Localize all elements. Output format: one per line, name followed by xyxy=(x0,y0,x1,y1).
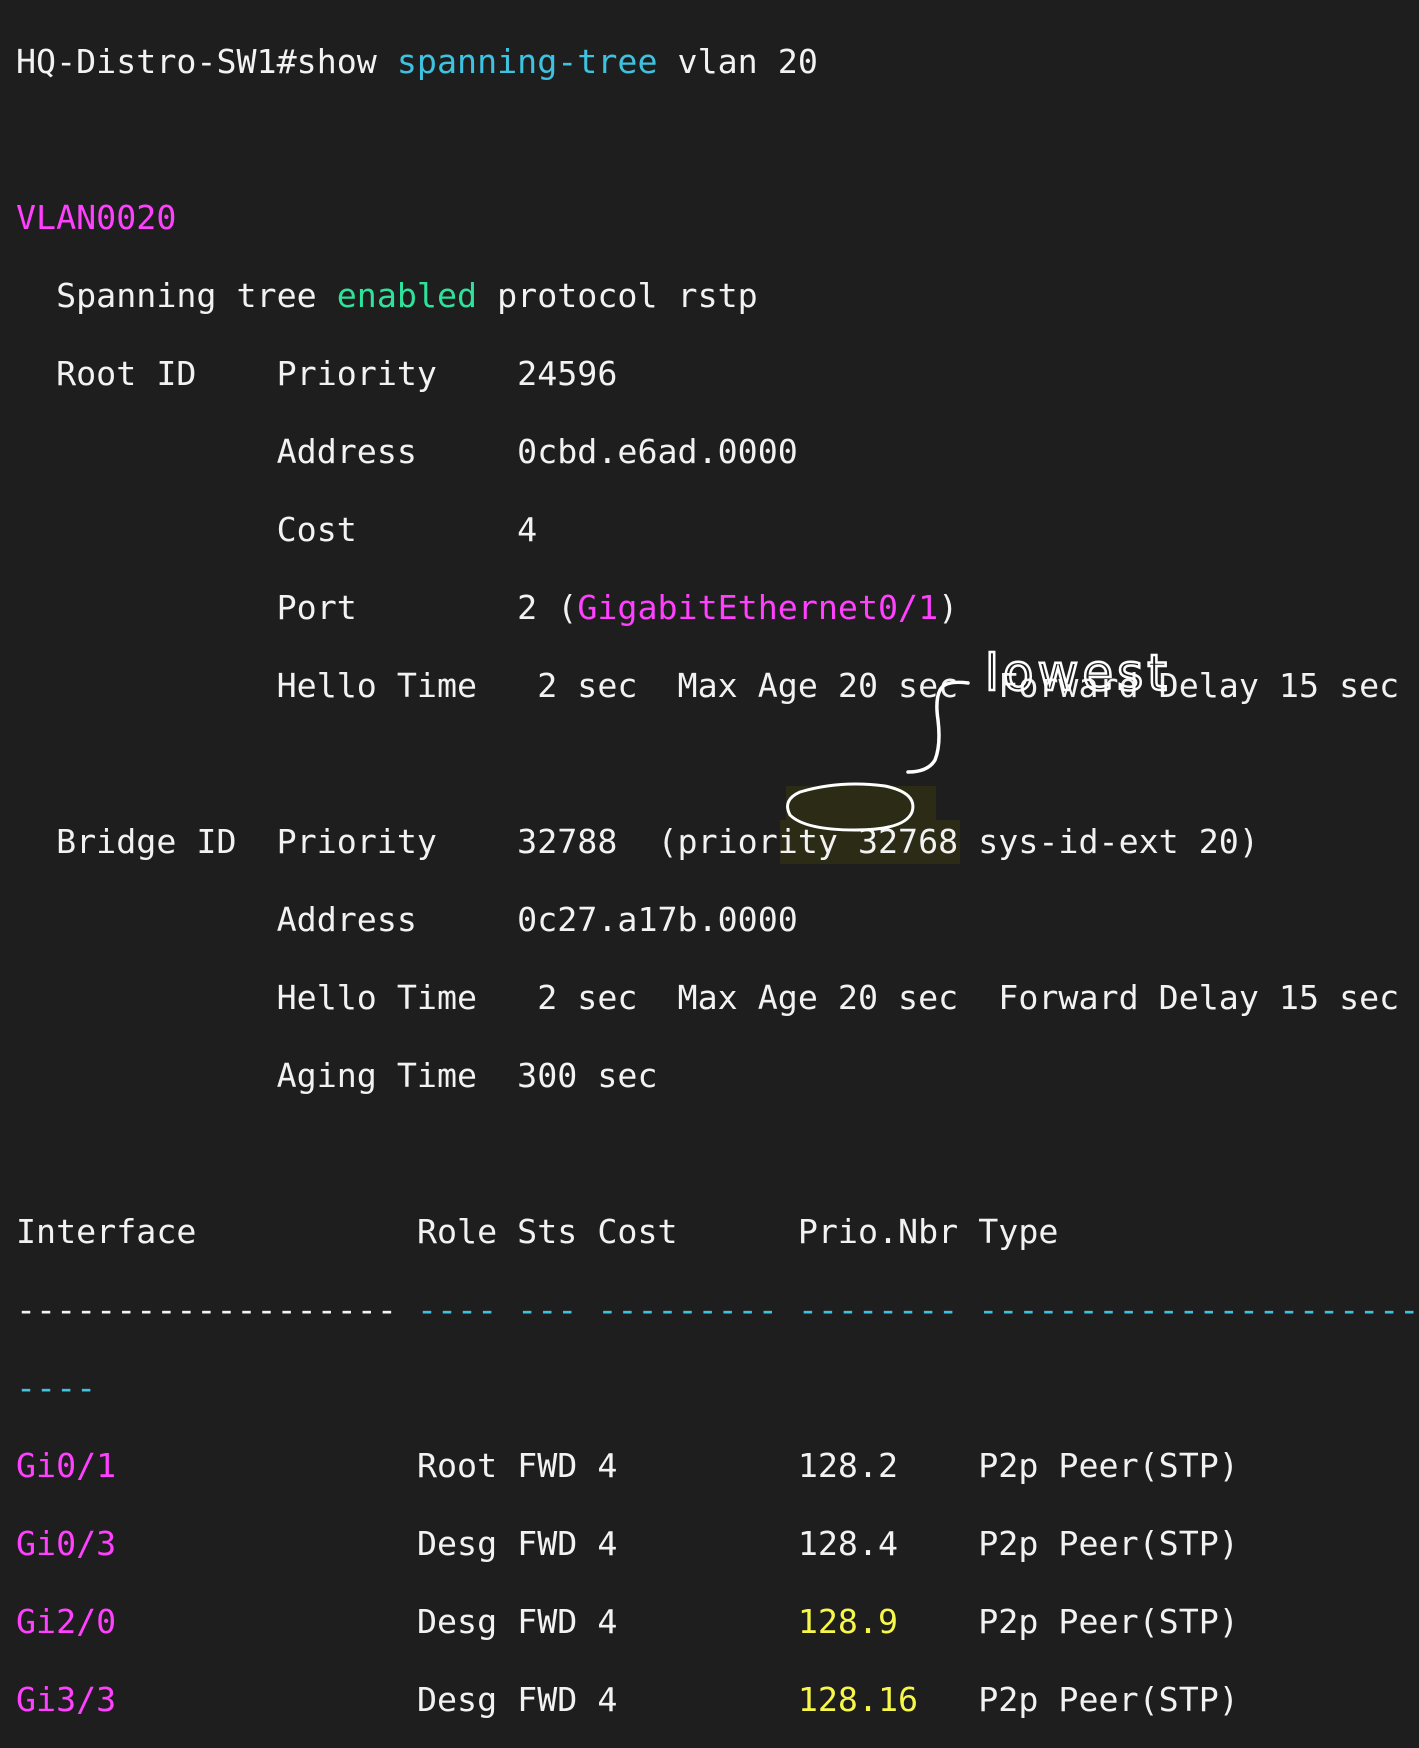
root-cost-line: Cost 4 xyxy=(276,510,538,549)
root-address-value: 0cbd.e6ad.0000 xyxy=(517,432,798,471)
header-cost: Cost xyxy=(597,1212,678,1251)
terminal-output: HQ-Distro-SW1#show spanning-tree vlan 20… xyxy=(16,3,1419,1748)
command-argument: spanning-tree xyxy=(396,42,658,81)
prompt: HQ-Distro-SW1# xyxy=(16,42,297,81)
bridge-priority-line: Bridge ID Priority 32788 (priority 32768… xyxy=(56,822,1259,861)
header-sts: Sts xyxy=(517,1212,578,1251)
root-cost-value: 4 xyxy=(517,510,538,549)
bridge-priority-value: 32788 (priority 32768 sys-id-ext 20) xyxy=(517,822,1259,861)
bridge-timers-line: Hello Time 2 sec Max Age 20 sec Forward … xyxy=(276,978,1400,1017)
header-interface: Interface xyxy=(16,1212,197,1251)
bridge-aging-line: Aging Time 300 sec xyxy=(276,1056,658,1095)
stp-status-line: Spanning tree enabled protocol rstp xyxy=(56,276,758,315)
command-keyword: show xyxy=(296,42,377,81)
row-interface: Gi2/0 xyxy=(16,1602,117,1641)
table-separator: ------------------- ---- --- --------- -… xyxy=(16,1290,1419,1329)
bridge-aging-value: 300 sec xyxy=(517,1056,658,1095)
header-type: Type xyxy=(978,1212,1059,1251)
table-row: Gi0/1 Root FWD 4 128.2 P2p Peer(STP) xyxy=(16,1446,1239,1485)
highlighted-prio: 128.9 xyxy=(797,1602,899,1641)
header-role: Role xyxy=(416,1212,498,1251)
command-vlan: vlan 20 xyxy=(677,42,818,81)
bridge-address-value: 0c27.a17b.0000 xyxy=(517,900,798,939)
row-interface: Gi0/3 xyxy=(16,1524,117,1563)
root-priority-value: 24596 xyxy=(517,354,618,393)
table-separator-wrap: ---- xyxy=(16,1368,97,1407)
bridge-id-label: Bridge ID xyxy=(56,822,237,861)
table-header: Interface Role Sts Cost Prio.Nbr Type xyxy=(16,1212,1419,1251)
root-timers-line: Hello Time 2 sec Max Age 20 sec Forward … xyxy=(276,666,1400,705)
root-port-interface: GigabitEthernet0/1 xyxy=(577,588,939,627)
bridge-timers-value: 2 sec Max Age 20 sec Forward Delay 15 se… xyxy=(537,978,1400,1017)
row-interface: Gi3/3 xyxy=(16,1680,117,1719)
table-row: Gi3/3 Desg FWD 4 128.16 P2p Peer(STP) xyxy=(16,1680,1239,1719)
root-id-label: Root ID xyxy=(56,354,197,393)
root-port-line: Port 2 (GigabitEthernet0/1) xyxy=(276,588,959,627)
table-row: Gi2/0 Desg FWD 4 128.9 P2p Peer(STP) xyxy=(16,1602,1239,1641)
root-priority-line: Root ID Priority 24596 xyxy=(56,354,618,393)
command-line: HQ-Distro-SW1#show spanning-tree vlan 20 xyxy=(16,42,1419,81)
row-interface: Gi0/1 xyxy=(16,1446,117,1485)
stp-enabled: enabled xyxy=(336,276,478,315)
vlan-name: VLAN0020 xyxy=(16,198,177,237)
root-timers-value: 2 sec Max Age 20 sec Forward Delay 15 se… xyxy=(537,666,1400,705)
root-address-line: Address 0cbd.e6ad.0000 xyxy=(276,432,798,471)
table-row: Gi0/3 Desg FWD 4 128.4 P2p Peer(STP) xyxy=(16,1524,1239,1563)
header-prio-nbr: Prio.Nbr xyxy=(797,1212,959,1251)
bridge-address-line: Address 0c27.a17b.0000 xyxy=(276,900,798,939)
highlighted-prio: 128.16 xyxy=(797,1680,919,1719)
